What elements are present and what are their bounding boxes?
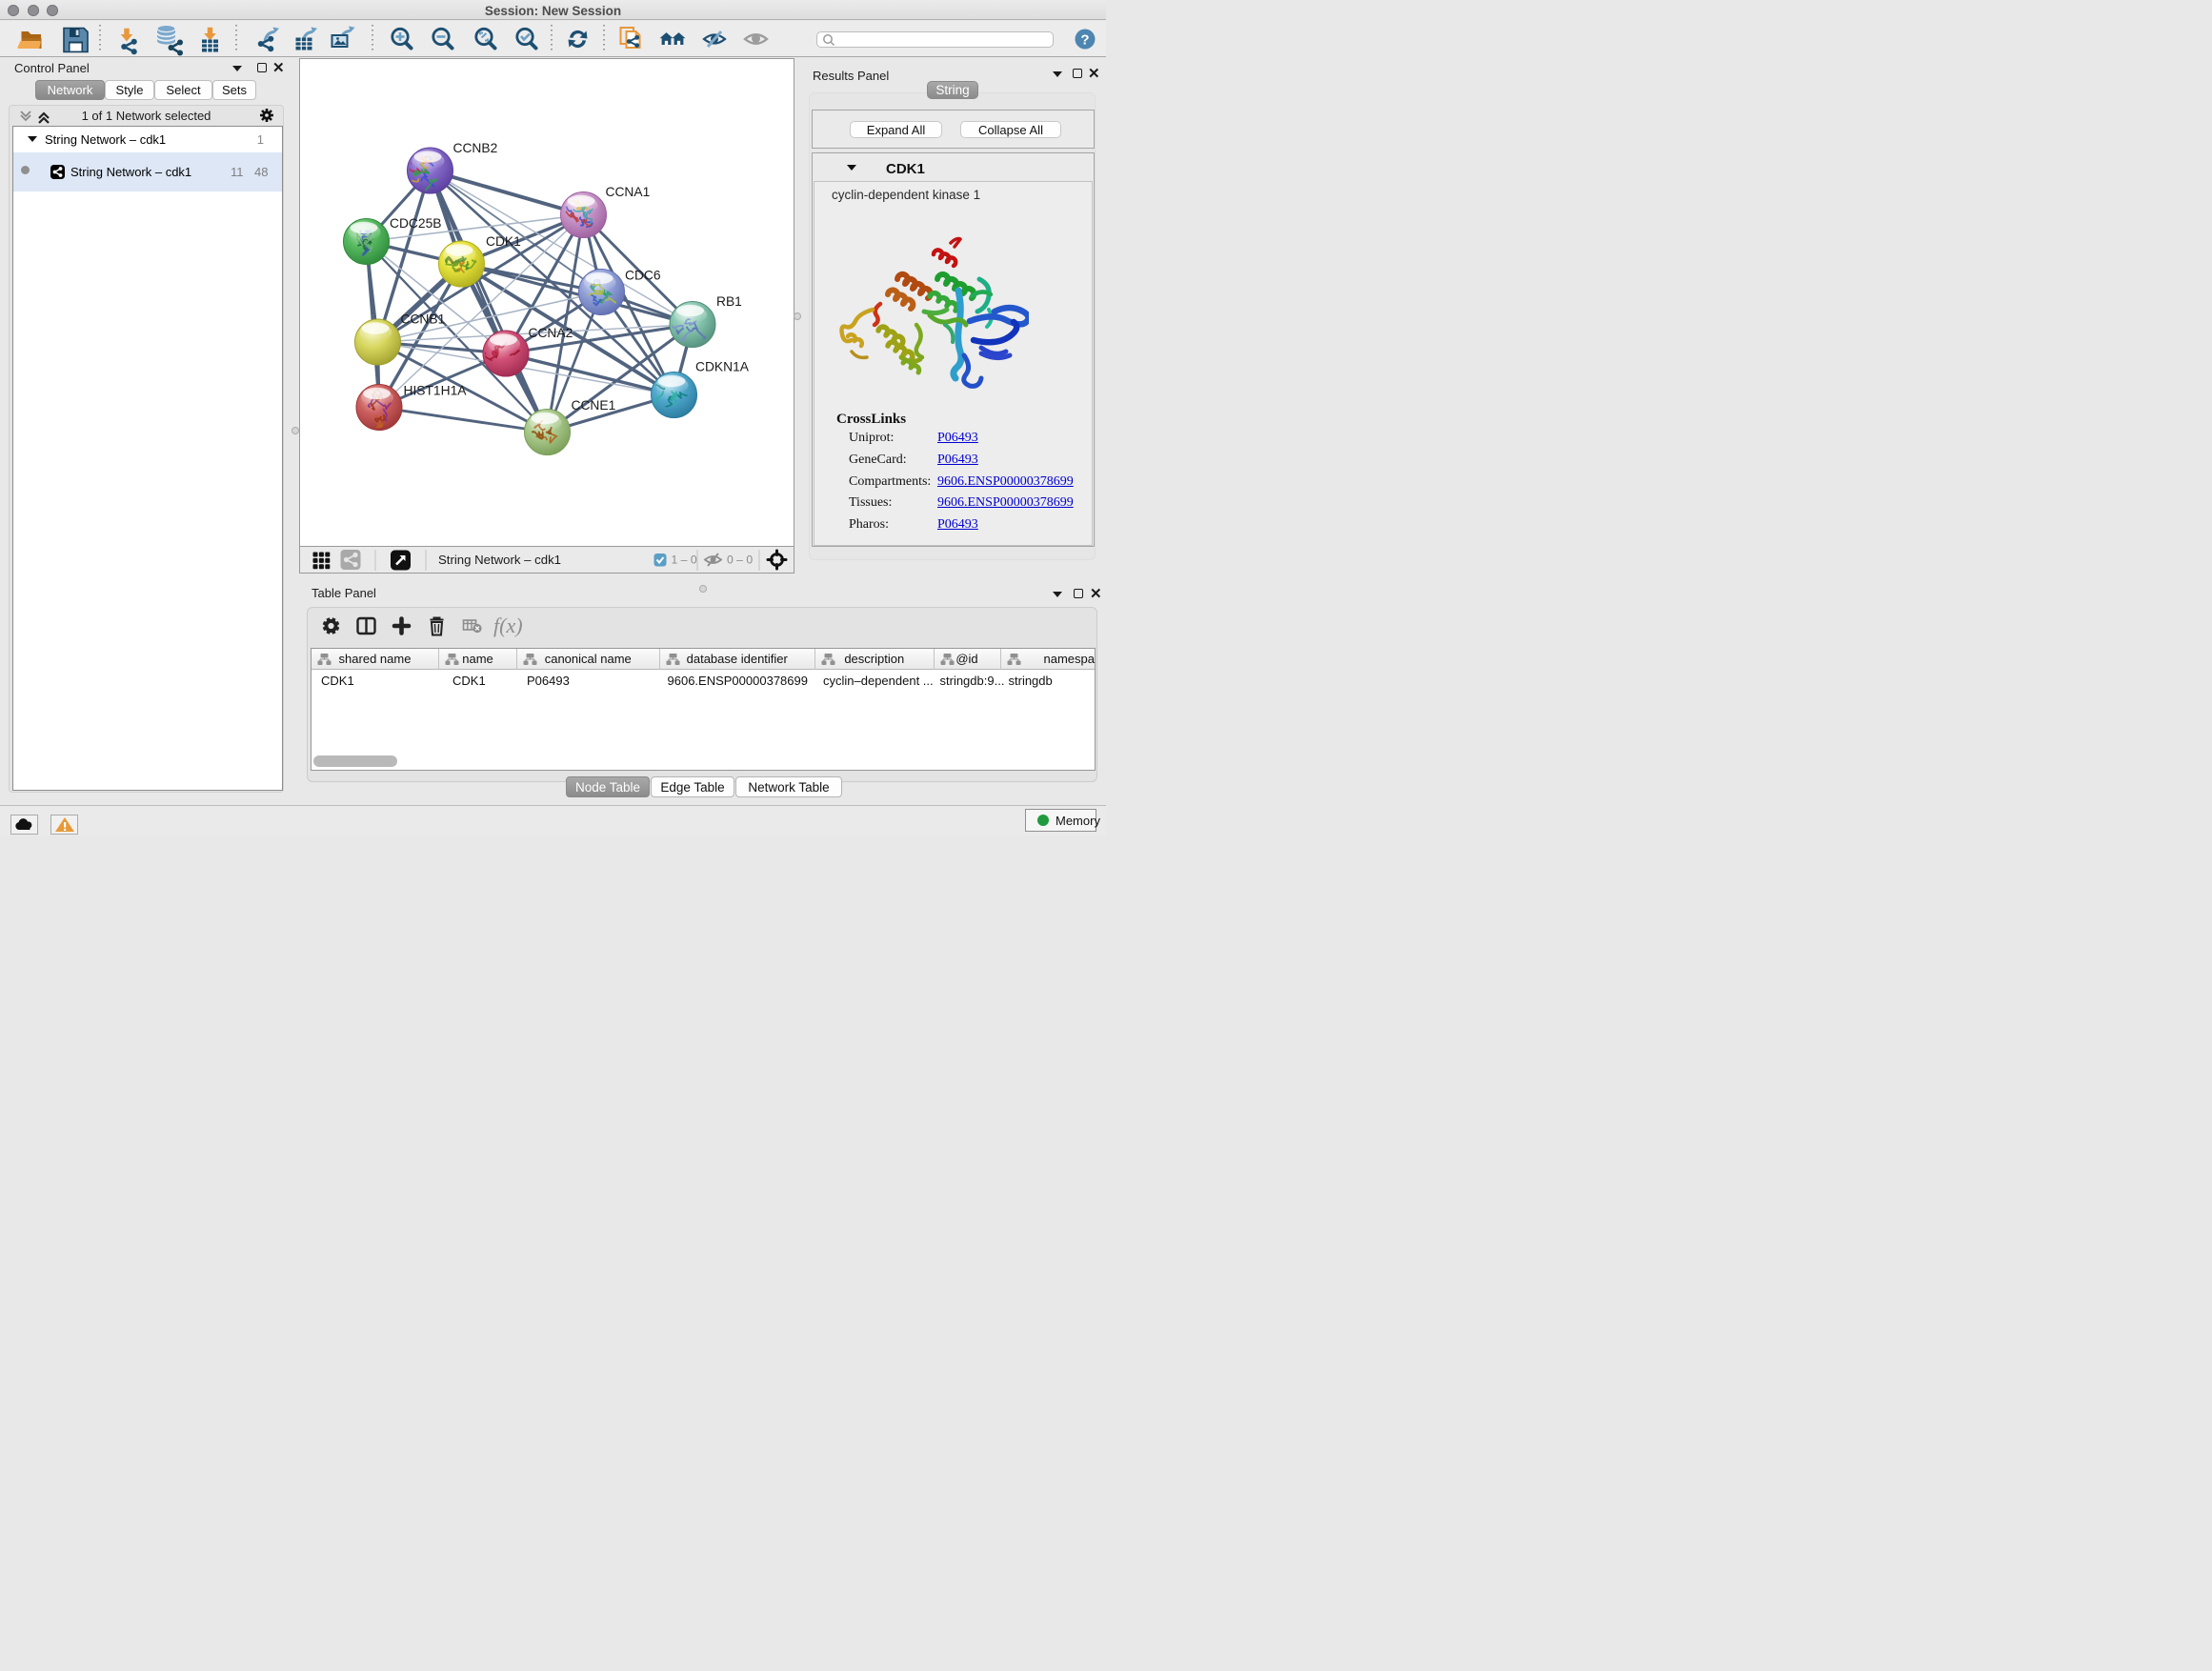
svg-text:CCNB2: CCNB2 (453, 141, 498, 155)
svg-text:1 – 0: 1 – 0 (672, 554, 697, 567)
svg-text:CCNE1: CCNE1 (572, 398, 616, 413)
svg-text:CCNB1: CCNB1 (401, 312, 446, 327)
svg-text:CDKN1A: CDKN1A (695, 360, 750, 374)
svg-text:RB1: RB1 (716, 294, 742, 309)
svg-text:CDC6: CDC6 (625, 269, 661, 283)
svg-text:f(x): f(x) (493, 614, 523, 637)
svg-text:String Network – cdk1: String Network – cdk1 (438, 553, 561, 567)
svg-text:CDK1: CDK1 (486, 234, 521, 249)
svg-text:CCNA2: CCNA2 (529, 326, 573, 340)
svg-text:CCNA1: CCNA1 (606, 185, 651, 199)
svg-text:?: ? (1080, 32, 1089, 49)
svg-text:CDC25B: CDC25B (390, 216, 441, 231)
svg-text:0 – 0: 0 – 0 (727, 554, 753, 567)
svg-text:HIST1H1A: HIST1H1A (404, 384, 468, 398)
